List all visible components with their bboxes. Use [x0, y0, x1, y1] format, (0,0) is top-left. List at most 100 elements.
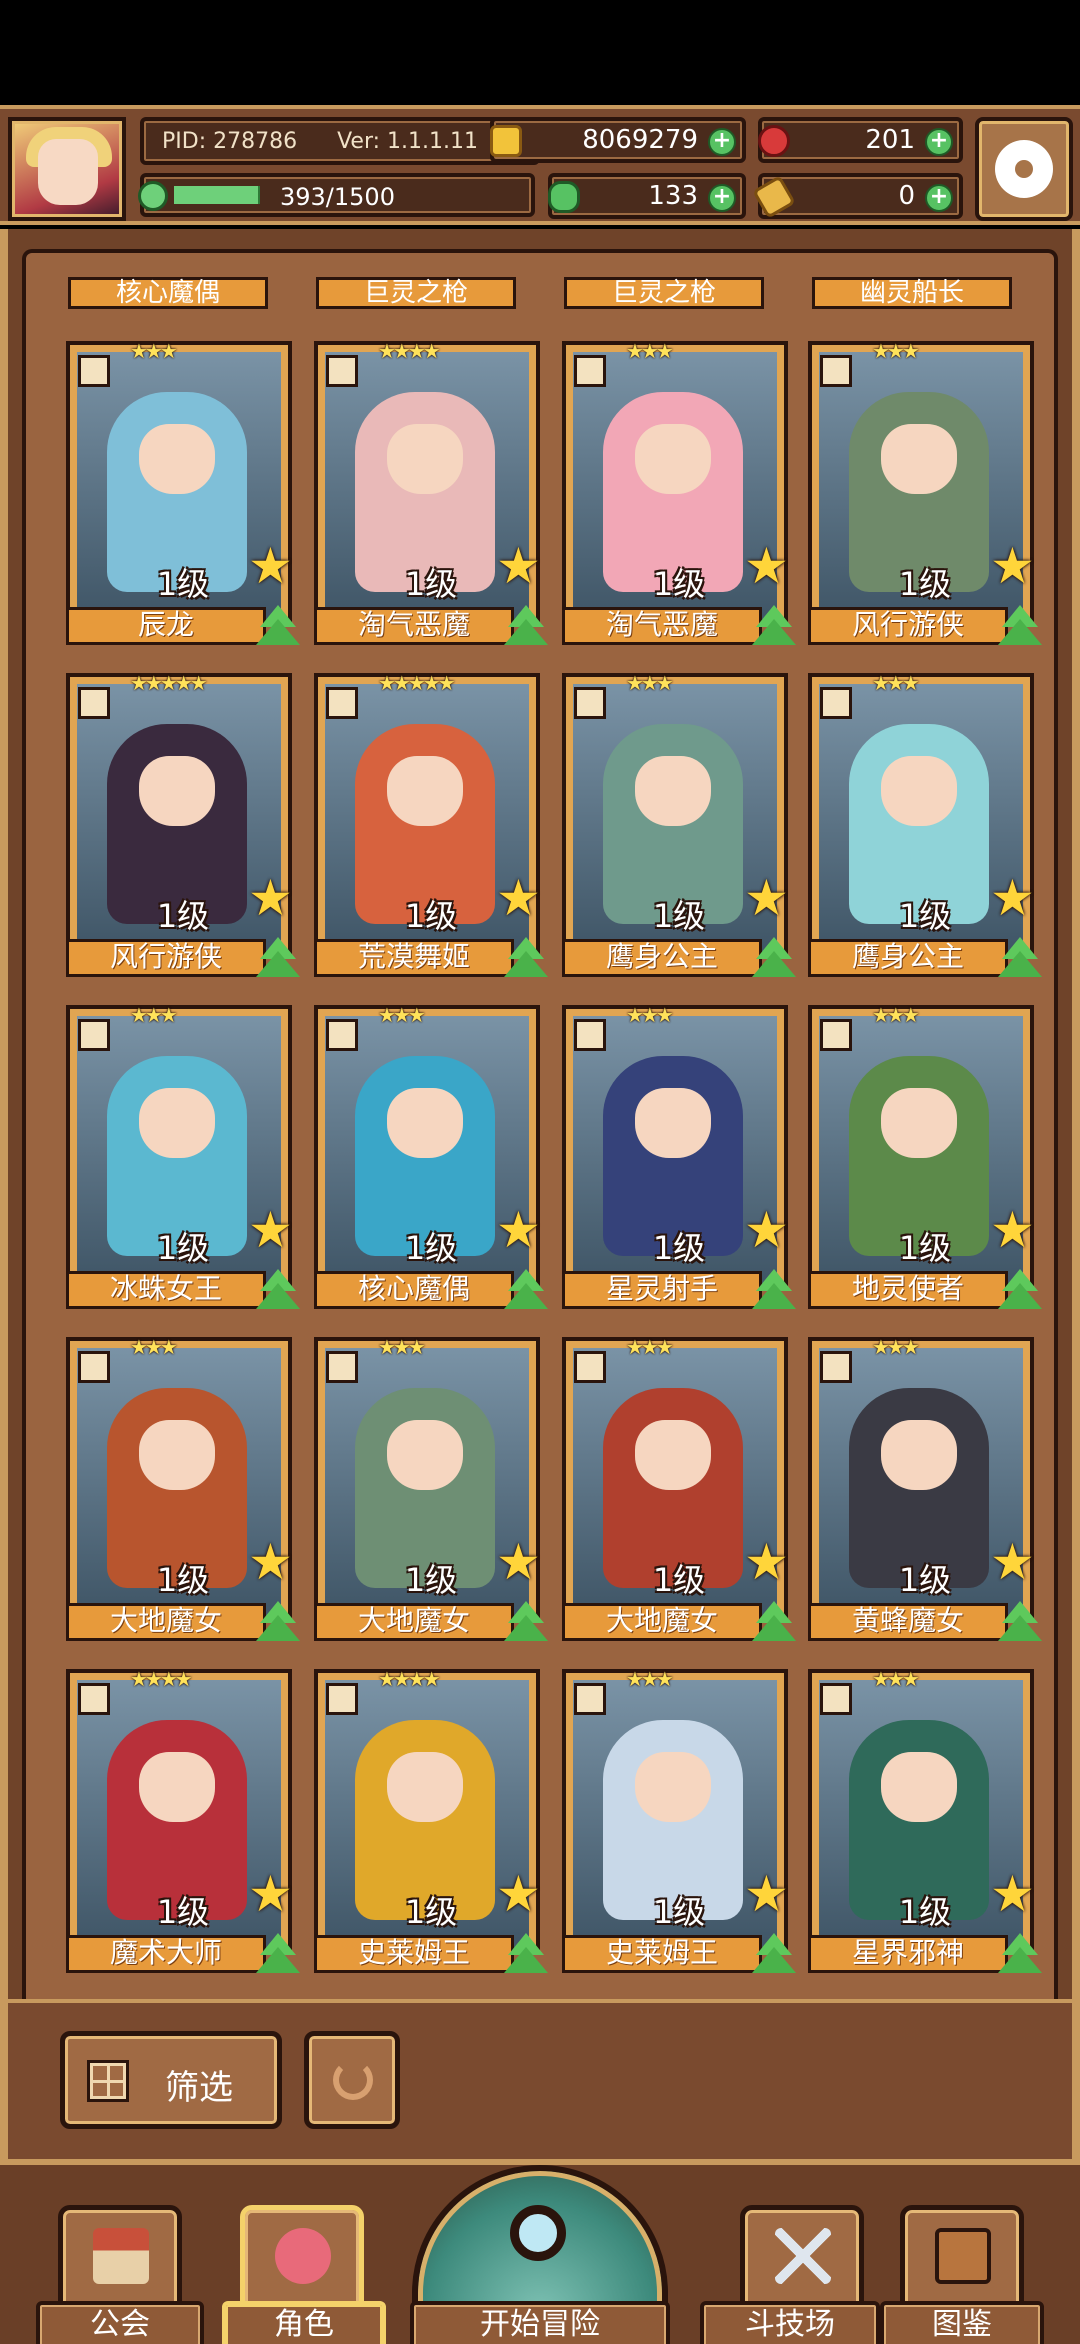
- character-card[interactable]: ★★★ 1级 ★ 星灵射手: [562, 1003, 796, 1309]
- gold-coin-icon: [490, 125, 522, 157]
- character-name: 鹰身公主: [562, 939, 762, 977]
- add-gem-button[interactable]: +: [925, 128, 953, 156]
- card-portrait-frame: ★★★ 1级 ★: [808, 1667, 1035, 1951]
- character-card[interactable]: ★★★ 1级 ★ 大地魔女: [314, 1335, 548, 1641]
- character-card[interactable]: ★★★ 1级 ★ 大地魔女: [66, 1335, 300, 1641]
- character-card[interactable]: ★★★ 1级 ★ 鹰身公主: [808, 671, 1042, 977]
- character-card[interactable]: ★★★ 1级 ★ 地灵使者: [808, 1003, 1042, 1309]
- class-icon: [820, 1683, 852, 1715]
- add-key-button[interactable]: +: [925, 184, 953, 212]
- tree-upgrade-icon: [998, 1933, 1042, 1977]
- character-card[interactable]: ★★★★ 1级 ★ 淘气恶魔: [314, 339, 548, 645]
- card-portrait-frame: ★★★ 1级 ★: [808, 671, 1035, 955]
- nav-codex-label[interactable]: 图鉴: [880, 2301, 1044, 2344]
- character-name: 星界邪神: [808, 1935, 1008, 1973]
- class-icon: [820, 1019, 852, 1051]
- refresh-button[interactable]: [304, 2031, 400, 2129]
- add-gold-button[interactable]: +: [708, 128, 736, 156]
- character-card[interactable]: ★★★ 1级 ★ 鹰身公主: [562, 671, 796, 977]
- class-icon: [326, 687, 358, 719]
- card-portrait-frame: ★★★ 1级 ★: [66, 339, 293, 623]
- card-portrait-frame: ★★★ 1级 ★: [66, 1003, 293, 1287]
- star-rating: ★★★: [626, 1335, 674, 1359]
- character-card[interactable]: ★★★★★ 1级 ★ 荒漠舞姬: [314, 671, 548, 977]
- top-row-name: 幽灵船长: [812, 277, 1012, 309]
- class-icon: [78, 1019, 110, 1051]
- class-icon: [78, 1351, 110, 1383]
- gear-icon: [999, 144, 1049, 194]
- character-card[interactable]: ★★★★ 1级 ★ 魔术大师: [66, 1667, 300, 1973]
- magnifier-icon: [510, 2205, 566, 2261]
- character-face: [635, 1088, 711, 1158]
- character-card[interactable]: ★★★ 1级 ★ 星界邪神: [808, 1667, 1042, 1973]
- grid-icon: [87, 2060, 129, 2102]
- settings-button[interactable]: [975, 117, 1073, 221]
- card-portrait-frame: ★★★ 1级 ★: [562, 339, 789, 623]
- clover-value: 133: [648, 181, 698, 211]
- add-clover-button[interactable]: +: [708, 184, 736, 212]
- character-name: 淘气恶魔: [562, 607, 762, 645]
- refresh-icon: [333, 2060, 373, 2100]
- character-name: 淘气恶魔: [314, 607, 514, 645]
- filter-button[interactable]: 筛选: [60, 2031, 282, 2129]
- character-face: [635, 1752, 711, 1822]
- class-icon: [326, 1019, 358, 1051]
- character-face: [387, 756, 463, 826]
- character-card[interactable]: ★★★ 1级 ★ 黄蜂魔女: [808, 1335, 1042, 1641]
- card-portrait-frame: ★★★★ 1级 ★: [314, 339, 541, 623]
- star-upgrade-icon: ★: [248, 537, 293, 595]
- nav-character-label[interactable]: 角色: [222, 2301, 386, 2344]
- tree-upgrade-icon: [752, 1601, 796, 1645]
- character-name: 大地魔女: [66, 1603, 266, 1641]
- character-face: [387, 1088, 463, 1158]
- character-card[interactable]: ★★★ 1级 ★ 核心魔偶: [314, 1003, 548, 1309]
- class-icon: [326, 1351, 358, 1383]
- guild-house-icon: [93, 2228, 149, 2284]
- class-icon: [574, 1351, 606, 1383]
- player-avatar[interactable]: [8, 117, 126, 221]
- character-card[interactable]: ★★★ 1级 ★ 史莱姆王: [562, 1667, 796, 1973]
- class-icon: [574, 1683, 606, 1715]
- star-upgrade-icon: ★: [248, 1533, 293, 1591]
- character-name: 荒漠舞姬: [314, 939, 514, 977]
- character-face: [139, 1752, 215, 1822]
- character-card[interactable]: ★★★ 1级 ★ 风行游侠: [808, 339, 1042, 645]
- character-card[interactable]: ★★★ 1级 ★ 淘气恶魔: [562, 339, 796, 645]
- character-face-icon: [275, 2228, 331, 2284]
- star-rating: ★★★: [872, 339, 920, 363]
- control-bar: 筛选: [0, 1999, 1080, 2159]
- top-row-name: 巨灵之枪: [564, 277, 764, 309]
- class-icon: [820, 687, 852, 719]
- star-rating: ★★★: [872, 1335, 920, 1359]
- card-portrait-frame: ★★★ 1级 ★: [562, 1667, 789, 1951]
- star-rating: ★★★: [130, 1335, 178, 1359]
- tree-upgrade-icon: [504, 937, 548, 981]
- character-name: 黄蜂魔女: [808, 1603, 1008, 1641]
- nav-arena-label[interactable]: 斗技场: [700, 2301, 880, 2344]
- character-card[interactable]: ★★★★★ 1级 ★ 风行游侠: [66, 671, 300, 977]
- player-id: PID: 278786: [162, 128, 298, 154]
- nav-adventure-label[interactable]: 开始冒险: [410, 2301, 670, 2344]
- energy-text: 393/1500: [280, 183, 395, 211]
- star-upgrade-icon: ★: [744, 1533, 789, 1591]
- character-face: [139, 1420, 215, 1490]
- character-card[interactable]: ★★★ 1级 ★ 大地魔女: [562, 1335, 796, 1641]
- star-upgrade-icon: ★: [496, 869, 541, 927]
- card-portrait-frame: ★★★ 1级 ★: [562, 1003, 789, 1287]
- character-card[interactable]: ★★★ 1级 ★ 冰蛛女王: [66, 1003, 300, 1309]
- clover-counter: 133 +: [548, 173, 746, 219]
- character-card[interactable]: ★★★★ 1级 ★ 史莱姆王: [314, 1667, 548, 1973]
- character-card[interactable]: ★★★ 1级 ★ 辰龙: [66, 339, 300, 645]
- card-portrait-frame: ★★★ 1级 ★: [66, 1335, 293, 1619]
- star-rating: ★★★: [872, 671, 920, 695]
- star-rating: ★★★: [626, 1667, 674, 1691]
- tree-upgrade-icon: [998, 937, 1042, 981]
- character-panel: 核心魔偶 巨灵之枪 巨灵之枪 幽灵船长 ★★★ 1级 ★ 辰龙 ★★★★ 1级 ★ 淘气恶魔 ★…: [0, 229, 1080, 1999]
- star-rating: ★★★: [626, 339, 674, 363]
- star-rating: ★★★: [872, 1667, 920, 1691]
- class-icon: [326, 1683, 358, 1715]
- character-name: 辰龙: [66, 607, 266, 645]
- nav-guild-label[interactable]: 公会: [36, 2301, 204, 2344]
- tree-upgrade-icon: [504, 605, 548, 649]
- character-grid[interactable]: 核心魔偶 巨灵之枪 巨灵之枪 幽灵船长 ★★★ 1级 ★ 辰龙 ★★★★ 1级 ★ 淘气恶魔 ★…: [22, 249, 1058, 1999]
